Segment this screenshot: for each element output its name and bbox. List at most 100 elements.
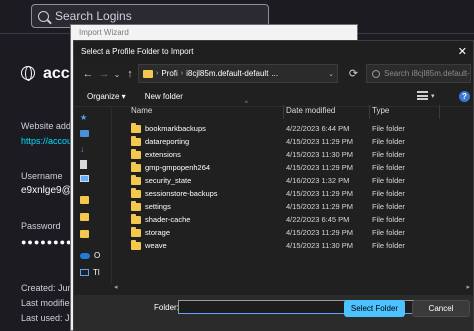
nav-folder[interactable]: [80, 213, 89, 221]
file-type: File folder: [372, 241, 405, 250]
new-folder-button[interactable]: New folder: [145, 92, 183, 101]
address-bar[interactable]: › Profi › i8cjl85m.default-default ... ⌄: [138, 64, 338, 83]
recent-locations-icon[interactable]: ⌄: [112, 66, 122, 82]
file-list: ^ Name Date modified Type bookmarkbackup…: [121, 101, 471, 283]
search-icon: [372, 69, 380, 78]
website-link[interactable]: https://accou: [21, 136, 72, 146]
breadcrumb-separator: ›: [156, 70, 159, 77]
file-type: File folder: [372, 137, 405, 146]
breadcrumb-ellipsis: ...: [271, 69, 279, 78]
view-options-button[interactable]: ▾: [417, 91, 435, 100]
computer-icon: [80, 269, 89, 276]
folder-icon: [80, 230, 89, 238]
file-name: bookmarkbackups: [145, 124, 206, 133]
nav-documents[interactable]: [80, 160, 87, 169]
nav-pictures[interactable]: [80, 175, 89, 182]
chevron-down-icon[interactable]: ⌄: [328, 70, 334, 78]
file-name: shader-cache: [145, 215, 191, 224]
password-label: Password: [21, 221, 61, 231]
file-name: sessionstore-backups: [145, 189, 218, 198]
file-date: 4/15/2023 11:29 PM: [286, 137, 353, 146]
navigation-bar: ← → ⌄ ↑ › Profi › i8cjl85m.default-defau…: [74, 61, 473, 87]
file-type: File folder: [372, 150, 405, 159]
forward-arrow-icon[interactable]: →: [96, 66, 112, 82]
import-wizard-title: Import Wizard: [71, 25, 357, 41]
file-name: security_state: [145, 176, 192, 185]
nav-quick-access[interactable]: ★: [80, 113, 87, 122]
download-icon: ↓: [80, 144, 85, 154]
column-header-type[interactable]: Type: [372, 106, 389, 115]
nav-onedrive-label: O: [94, 251, 101, 260]
folder-icon: [131, 227, 141, 237]
file-date: 4/16/2023 1:32 PM: [286, 176, 350, 185]
folder-search-input[interactable]: Search i8cjl85m.default-defa: [366, 64, 471, 83]
table-row[interactable]: bookmarkbackups 4/22/2023 6:44 PM File fol…: [121, 123, 467, 135]
table-row[interactable]: datareporting 4/15/2023 11:29 PM File fold…: [121, 136, 467, 148]
table-row[interactable]: sessionstore-backups 4/15/2023 11:29 PM Fi…: [121, 188, 467, 200]
table-row[interactable]: storage 4/15/2023 11:29 PM File folder: [121, 227, 467, 239]
file-name: storage: [145, 228, 171, 237]
table-row[interactable]: extensions 4/15/2023 11:30 PM File folder: [121, 149, 467, 161]
back-arrow-icon[interactable]: ←: [80, 66, 96, 82]
nav-downloads[interactable]: ↓: [80, 144, 85, 154]
table-row[interactable]: weave 4/15/2023 11:30 PM File folder: [121, 240, 467, 252]
horizontal-scrollbar[interactable]: ◂ ▸: [114, 283, 470, 292]
dialog-title: Select a Profile Folder to Import: [74, 41, 473, 61]
column-divider[interactable]: [439, 105, 440, 119]
cancel-button[interactable]: Cancel: [412, 300, 470, 317]
breadcrumb-separator: ›: [180, 70, 184, 77]
help-icon[interactable]: ?: [459, 91, 470, 102]
table-row[interactable]: security_state 4/16/2023 1:32 PM File fold…: [121, 175, 467, 187]
column-header-name[interactable]: Name: [131, 106, 152, 115]
folder-icon: [131, 162, 141, 172]
pin-icon: ★: [80, 113, 88, 122]
nav-this-pc[interactable]: Tl: [80, 268, 100, 277]
file-type: File folder: [372, 228, 405, 237]
folder-search-placeholder: Search i8cjl85m.default-defa: [384, 69, 470, 78]
nav-folder[interactable]: [80, 230, 89, 238]
username-value[interactable]: e9xnlge9@: [21, 185, 72, 196]
scroll-right-icon[interactable]: ▸: [466, 283, 470, 291]
sort-up-icon: ^: [245, 101, 248, 107]
nav-folder[interactable]: [80, 196, 89, 204]
file-type: File folder: [372, 176, 405, 185]
file-date: 4/15/2023 11:29 PM: [286, 163, 353, 172]
file-name: settings: [145, 202, 171, 211]
column-divider[interactable]: [283, 105, 284, 119]
nav-onedrive[interactable]: O: [80, 251, 100, 260]
file-date: 4/22/2023 6:45 PM: [286, 215, 350, 224]
scroll-left-icon[interactable]: ◂: [114, 283, 118, 291]
file-type: File folder: [372, 215, 405, 224]
folder-icon: [131, 201, 141, 211]
table-row[interactable]: settings 4/15/2023 11:29 PM File folder: [121, 201, 467, 213]
column-divider[interactable]: [369, 105, 370, 119]
logins-search-placeholder: Search Logins: [55, 9, 132, 23]
chevron-down-icon: ▾: [431, 92, 435, 100]
table-row[interactable]: gmp-gmpopenh264 4/15/2023 11:29 PM File fo…: [121, 162, 467, 174]
breadcrumb-profile-folder[interactable]: i8cjl85m.default-default: [186, 69, 268, 78]
nav-desktop[interactable]: [80, 130, 89, 137]
folder-label: Folder:: [154, 303, 179, 312]
column-header-date[interactable]: Date modified: [286, 106, 335, 115]
breadcrumb-profiles[interactable]: Profi: [161, 69, 177, 78]
file-type: File folder: [372, 189, 405, 198]
refresh-icon[interactable]: ⟳: [344, 64, 363, 83]
select-folder-button[interactable]: Select Folder: [344, 300, 405, 317]
close-icon[interactable]: ✕: [458, 45, 467, 58]
organize-button[interactable]: Organize ▾: [87, 92, 126, 101]
file-date: 4/15/2023 11:29 PM: [286, 228, 353, 237]
folder-icon: [131, 123, 141, 133]
table-row[interactable]: shader-cache 4/22/2023 6:45 PM File folder: [121, 214, 467, 226]
list-view-icon: [417, 91, 428, 100]
folder-icon: [143, 69, 153, 78]
file-date: 4/22/2023 6:44 PM: [286, 124, 350, 133]
file-date: 4/15/2023 11:29 PM: [286, 202, 353, 211]
up-arrow-icon[interactable]: ↑: [122, 66, 138, 82]
file-name: gmp-gmpopenh264: [145, 163, 211, 172]
nav-this-pc-label: Tl: [93, 268, 100, 277]
file-name: extensions: [145, 150, 181, 159]
folder-icon: [131, 175, 141, 185]
document-icon: [80, 160, 87, 169]
folder-icon: [131, 136, 141, 146]
folder-icon: [131, 214, 141, 224]
